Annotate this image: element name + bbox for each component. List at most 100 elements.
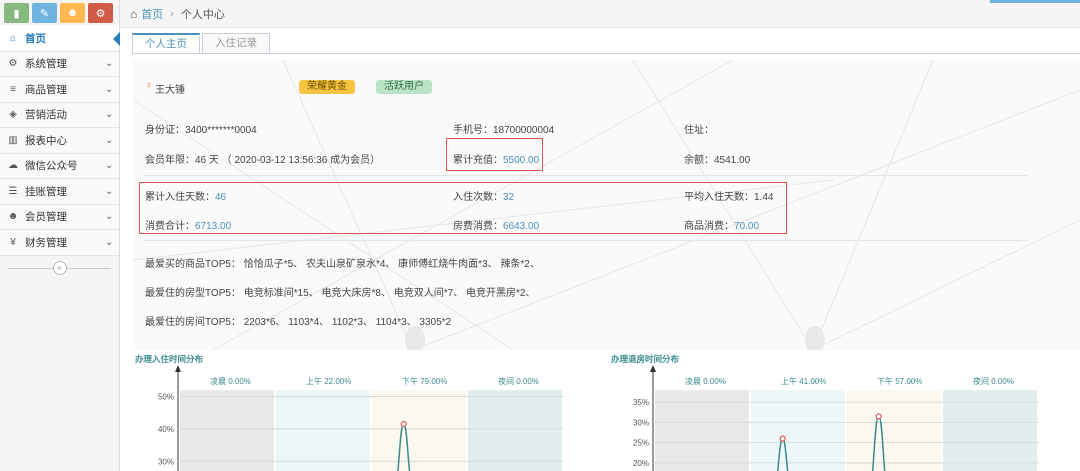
chart-shortcut-button[interactable]: ▮ xyxy=(4,3,29,23)
sidebar-nav: ⌂ 首页 ⚙ 系统管理 ⌄ ≡ 商品管理 ⌄ ◈ 营销活动 ⌄ ▥ 报表中心 ⌄ ☁ 微信公众号 ⌄ ☰ 挂账管理 ⌄… xyxy=(0,26,120,256)
shortcut-toolbar: ▮ ✎ ☻ ⚙ xyxy=(0,0,119,26)
total-spend-label: 消费合计： xyxy=(145,221,195,232)
sidebar-item-label: 系统管理 xyxy=(25,58,67,71)
band-label: 下午 79.00% xyxy=(402,376,447,386)
checkout-chart-svg: 凌晨 0.00% 上午 41.00% 下午 57.00% 夜间 0.00% 35% 30%… xyxy=(633,365,1039,471)
recharge-value: 5500.00 xyxy=(503,155,540,166)
id-card-label: 身份证： xyxy=(145,125,185,136)
sidebar-item[interactable]: ≡ 商品管理 ⌄ xyxy=(0,77,119,103)
member-duration-value: 46 天 （ 2020-03-12 13:56:36 成为会员） xyxy=(195,155,381,166)
room-spend-row: 房费消费：6643.00 xyxy=(453,217,539,232)
level-badge: 荣耀黄金 xyxy=(299,80,355,94)
user-name: 王大锤 xyxy=(155,85,185,96)
balance-row: 余额：4541.00 xyxy=(684,151,750,166)
home-icon: ⌂ xyxy=(130,6,138,21)
sidebar-item[interactable]: ☻ 会员管理 ⌄ xyxy=(0,204,119,230)
tab-personal-home[interactable]: 个人主页 xyxy=(132,33,200,54)
room-spend-value: 6643.00 xyxy=(503,221,540,232)
stay-count-row: 入住次数：32 xyxy=(453,188,514,203)
avg-days-label: 平均入住天数： xyxy=(684,192,754,203)
y-tick-label: 20% xyxy=(633,459,649,468)
id-card-row: 身份证：3400*******0004 xyxy=(145,121,257,136)
sidebar-item[interactable]: ⌂ 首页 xyxy=(0,26,120,52)
stats-divider xyxy=(143,175,1028,176)
sidebar-item[interactable]: ¥ 财务管理 ⌄ xyxy=(0,230,119,256)
goods-spend-label: 商品消费： xyxy=(684,221,734,232)
sidebar-item-label: 微信公众号 xyxy=(25,160,78,173)
peak-marker xyxy=(400,420,407,428)
peak-marker xyxy=(875,413,882,420)
avg-days-value: 1.44 xyxy=(754,192,774,203)
users-shortcut-button[interactable]: ☻ xyxy=(60,3,85,23)
sidebar-item-label: 挂账管理 xyxy=(25,185,67,198)
balance-value: 4541.00 xyxy=(714,155,751,166)
user-gender-icon: ♁ xyxy=(145,80,153,91)
top5-divider xyxy=(143,240,1028,241)
time-band xyxy=(372,390,466,471)
sidebar-item-label: 营销活动 xyxy=(25,109,67,122)
stay-count-value: 32 xyxy=(503,192,515,203)
cloud-icon: ☁ xyxy=(8,160,18,172)
sidebar-item-label: 报表中心 xyxy=(25,134,67,147)
breadcrumb: ⌂ 首页 › 个人中心 xyxy=(120,0,1080,28)
breadcrumb-separator: › xyxy=(170,7,174,20)
profile-card: ♁ 王大锤 荣耀黄金 活跃用户 身份证：3400*******0004 手机号：… xyxy=(133,60,1080,350)
sidebar-item-label: 会员管理 xyxy=(25,211,67,224)
phone-row: 手机号：18700000004 xyxy=(453,121,554,136)
collapse-sidebar-button[interactable]: « xyxy=(52,260,67,275)
chevron-down-icon: ⌄ xyxy=(105,83,114,95)
band-label: 凌晨 0.00% xyxy=(685,376,726,386)
y-axis-arrow xyxy=(650,365,656,372)
cutlery-icon: ¥ xyxy=(10,236,16,248)
total-spend-value: 6713.00 xyxy=(195,221,232,232)
sidebar-item[interactable]: ▥ 报表中心 ⌄ xyxy=(0,128,119,154)
top-room-types: 最爱住的房型TOP5： 电竞标准间*15、 电竞大床房*8、 电竞双人间*7、 … xyxy=(145,288,536,299)
chevron-down-icon: ⌄ xyxy=(105,109,114,121)
sidebar-item[interactable]: ☰ 挂账管理 ⌄ xyxy=(0,179,119,205)
y-tick-label: 25% xyxy=(633,439,649,448)
sidebar-item[interactable]: ◈ 营销活动 ⌄ xyxy=(0,102,119,128)
bar-chart-icon: ▥ xyxy=(8,134,18,146)
room-spend-label: 房费消费： xyxy=(453,221,503,232)
id-card-value: 3400*******0004 xyxy=(185,125,257,136)
stay-days-row: 累计入住天数：46 xyxy=(145,188,226,203)
breadcrumb-current: 个人中心 xyxy=(180,8,225,21)
time-band xyxy=(468,390,562,471)
y-tick-label: 30% xyxy=(633,418,649,427)
balance-label: 余额： xyxy=(684,155,714,166)
band-label: 凌晨 0.00% xyxy=(210,376,251,386)
sidebar-item[interactable]: ⚙ 系统管理 ⌄ xyxy=(0,51,119,77)
home-icon: ⌂ xyxy=(9,32,17,44)
phone-label: 手机号： xyxy=(453,125,493,136)
checkin-time-chart: 办理入住时间分布 凌晨 0.00% 上午 22.00% 下午 79.00% 夜间 0.… xyxy=(130,350,570,471)
edit-shortcut-button[interactable]: ✎ xyxy=(32,3,57,23)
chevron-down-icon: ⌄ xyxy=(105,160,114,172)
address-label: 住址： xyxy=(684,125,714,136)
phone-value: 18700000004 xyxy=(493,125,555,136)
chevron-down-icon: ⌄ xyxy=(105,185,114,197)
gift-icon: ◈ xyxy=(9,109,17,121)
database-icon: ≡ xyxy=(10,83,16,95)
tab-stay-records[interactable]: 入住记录 xyxy=(202,33,270,54)
cogs-icon: ⚙ xyxy=(95,7,106,20)
y-axis-arrow xyxy=(175,365,181,372)
settings-shortcut-button[interactable]: ⚙ xyxy=(88,3,113,23)
checkin-chart-svg: 凌晨 0.00% 上午 22.00% 下午 79.00% 夜间 0.00% 50% 40%… xyxy=(158,365,564,471)
breadcrumb-home-link[interactable]: 首页 xyxy=(141,6,163,22)
group-icon: ☻ xyxy=(66,7,79,19)
total-spend-row: 消费合计：6713.00 xyxy=(145,217,231,232)
gear-icon: ⚙ xyxy=(8,58,18,70)
sidebar-item[interactable]: ☁ 微信公众号 ⌄ xyxy=(0,153,119,179)
activity-badge: 活跃用户 xyxy=(376,80,432,94)
pencil-icon: ✎ xyxy=(39,7,50,20)
goods-spend-value: 70.00 xyxy=(734,221,760,232)
time-band xyxy=(180,390,274,471)
sidebar: ▮ ✎ ☻ ⚙ ⌂ 首页 ⚙ 系统管理 ⌄ ≡ 商品管理 ⌄ ◈ 营销活动 ⌄ ▥ 报表中心 ⌄ ☁ 微信公众… xyxy=(0,0,120,471)
users-icon: ☻ xyxy=(7,211,19,223)
signal-icon: ▮ xyxy=(13,7,20,20)
top-rooms: 最爱住的房间TOP5： 2203*6、 1103*4、 1102*3、 1104… xyxy=(145,317,452,328)
y-tick-label: 40% xyxy=(158,425,174,434)
top-goods: 最爱买的商品TOP5： 恰恰瓜子*5、 农夫山泉矿泉水*4、 康师傅红烧牛肉面*… xyxy=(145,259,540,270)
sidebar-item-label: 财务管理 xyxy=(25,236,67,249)
stay-days-value: 46 xyxy=(215,192,227,203)
